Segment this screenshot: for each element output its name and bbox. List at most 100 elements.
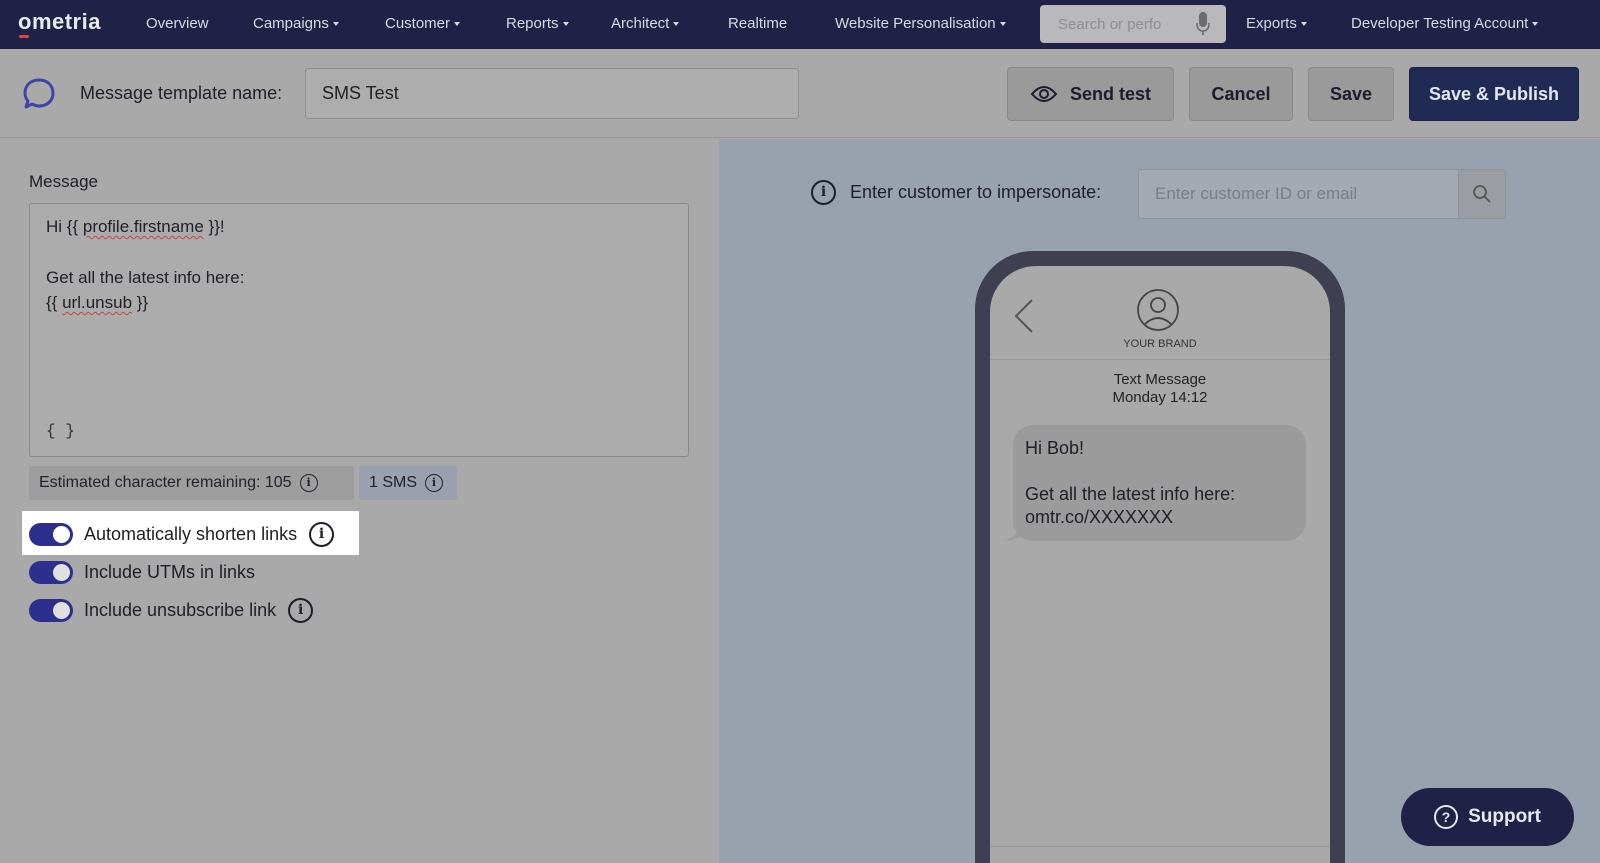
caret-down-icon <box>1532 22 1539 27</box>
nav-overview-label: Overview <box>146 15 209 32</box>
caret-down-icon <box>673 22 680 27</box>
shorten-links-toggle[interactable] <box>29 522 73 546</box>
account-menu-label: Developer Testing Account <box>1351 15 1529 32</box>
info-icon[interactable]: i <box>811 180 836 205</box>
brand-avatar-icon <box>1137 289 1179 331</box>
nav-reports-label: Reports <box>506 15 559 32</box>
nav-campaigns[interactable]: Campaigns <box>253 15 339 32</box>
cancel-label: Cancel <box>1211 83 1271 104</box>
nav-customer-label: Customer <box>385 15 451 32</box>
include-unsubscribe-label: Include unsubscribe link <box>84 599 277 620</box>
support-button[interactable]: ? Support <box>1401 788 1574 846</box>
bubble-line-2: Get all the latest info here: <box>1025 484 1236 504</box>
toggle-row-unsubscribe: Include unsubscribe link i <box>29 597 314 623</box>
message-line-1: Hi {{ profile.firstname }}! <box>46 217 225 237</box>
save-publish-button[interactable]: Save & Publish <box>1409 67 1579 121</box>
account-menu[interactable]: Developer Testing Account <box>1351 15 1539 32</box>
sms-count-text: 1 SMS <box>369 474 418 491</box>
send-test-button[interactable]: Send test <box>1007 67 1174 121</box>
firstname-variable: profile.firstname <box>82 217 204 236</box>
save-label: Save <box>1329 83 1373 104</box>
message-line-2: Get all the latest info here: <box>46 268 245 287</box>
eye-icon <box>1030 86 1058 102</box>
caret-down-icon <box>332 22 339 27</box>
message-editor-pane: Message Hi {{ profile.firstname }}! Get … <box>0 139 719 863</box>
caret-down-icon <box>1300 22 1307 27</box>
phone-preview: YOUR BRAND Text Message Monday 14:12 Hi … <box>975 251 1345 863</box>
send-test-label: Send test <box>1069 83 1152 104</box>
bubble-line-3: omtr.co/XXXXXXX <box>1025 507 1174 527</box>
info-icon[interactable]: i <box>299 474 318 492</box>
sms-chat-icon <box>23 78 55 109</box>
nav-campaigns-label: Campaigns <box>253 15 329 32</box>
save-publish-label: Save & Publish <box>1428 83 1560 104</box>
impersonate-input[interactable] <box>1138 169 1458 219</box>
support-label: Support <box>1468 806 1541 827</box>
toggle-knob <box>53 563 70 581</box>
message-line-1-prefix: Hi {{ <box>46 217 83 236</box>
save-button[interactable]: Save <box>1308 67 1394 121</box>
caret-down-icon <box>454 22 461 27</box>
sms-count-chip: 1 SMS i <box>359 466 457 500</box>
template-name-input[interactable] <box>305 68 799 119</box>
nav-architect[interactable]: Architect <box>611 15 680 32</box>
insert-variable-button[interactable]: { } <box>46 422 75 440</box>
phone-divider <box>990 846 1330 847</box>
global-search <box>1040 5 1226 43</box>
back-chevron-icon <box>1014 299 1033 333</box>
caret-down-icon <box>999 22 1006 27</box>
toggle-row-utms: Include UTMs in links <box>29 560 255 584</box>
include-utms-label: Include UTMs in links <box>84 561 256 582</box>
search-icon <box>1473 185 1491 203</box>
estimated-chars-text: Estimated character remaining: 105 <box>39 474 292 491</box>
unsub-variable: url.unsub <box>62 293 133 312</box>
include-unsubscribe-toggle[interactable] <box>29 598 73 622</box>
message-label: Message <box>29 172 98 191</box>
brand-name: YOUR BRAND <box>1123 338 1197 350</box>
info-icon[interactable]: i <box>288 597 314 623</box>
message-line-1-suffix: }}! <box>203 217 225 236</box>
nav-reports[interactable]: Reports <box>506 15 569 32</box>
nav-exports-label: Exports <box>1246 15 1297 32</box>
nav-overview[interactable]: Overview <box>146 15 209 32</box>
include-utms-toggle[interactable] <box>29 560 73 584</box>
phone-header: YOUR BRAND <box>990 266 1330 360</box>
toggle-row-shorten-links: Automatically shorten links i <box>29 521 335 547</box>
toggle-knob <box>53 525 70 543</box>
nav-website-personalisation[interactable]: Website Personalisation <box>835 15 1006 32</box>
logo-accent <box>19 35 29 38</box>
message-time: Monday 14:12 <box>1112 389 1208 406</box>
global-search-input[interactable] <box>1040 5 1190 43</box>
help-icon: ? <box>1434 805 1459 829</box>
nav-architect-label: Architect <box>611 15 670 32</box>
message-meta: Text Message Monday 14:12 <box>990 371 1330 407</box>
message-line-3-suffix: }} <box>132 293 149 312</box>
nav-realtime-label: Realtime <box>728 15 788 32</box>
microphone-icon[interactable] <box>1196 12 1210 36</box>
character-count-chip: Estimated character remaining: 105 i <box>29 466 354 500</box>
message-type: Text Message <box>1113 371 1207 388</box>
impersonate-label: Enter customer to impersonate: <box>850 182 1102 202</box>
top-navigation: ometria Overview Campaigns Customer Repo… <box>0 0 1600 49</box>
ometria-logo[interactable]: ometria <box>18 9 101 35</box>
info-icon[interactable]: i <box>309 521 335 547</box>
shorten-links-label: Automatically shorten links <box>84 523 298 544</box>
nav-website-personalisation-label: Website Personalisation <box>835 15 996 32</box>
sms-bubble: Hi Bob! Get all the latest info here: om… <box>1013 425 1306 541</box>
nav-customer[interactable]: Customer <box>385 15 461 32</box>
toggle-knob <box>53 601 70 619</box>
bubble-line-1: Hi Bob! <box>1025 438 1085 458</box>
template-header: Message template name: Send test Cancel … <box>0 49 1600 138</box>
cancel-button[interactable]: Cancel <box>1189 67 1293 121</box>
template-name-label: Message template name: <box>80 83 283 103</box>
nav-realtime[interactable]: Realtime <box>728 15 787 32</box>
message-textarea[interactable]: Hi {{ profile.firstname }}! Get all the … <box>29 203 689 457</box>
message-line-3-prefix: {{ <box>46 293 63 312</box>
nav-exports[interactable]: Exports <box>1246 15 1307 32</box>
message-line-3: {{ url.unsub }} <box>46 293 148 313</box>
caret-down-icon <box>562 22 569 27</box>
info-icon[interactable]: i <box>425 474 444 492</box>
phone-screen: YOUR BRAND Text Message Monday 14:12 Hi … <box>990 266 1330 863</box>
impersonate-search-button[interactable] <box>1458 169 1506 219</box>
preview-pane: i Enter customer to impersonate: YOUR BR… <box>719 139 1600 863</box>
